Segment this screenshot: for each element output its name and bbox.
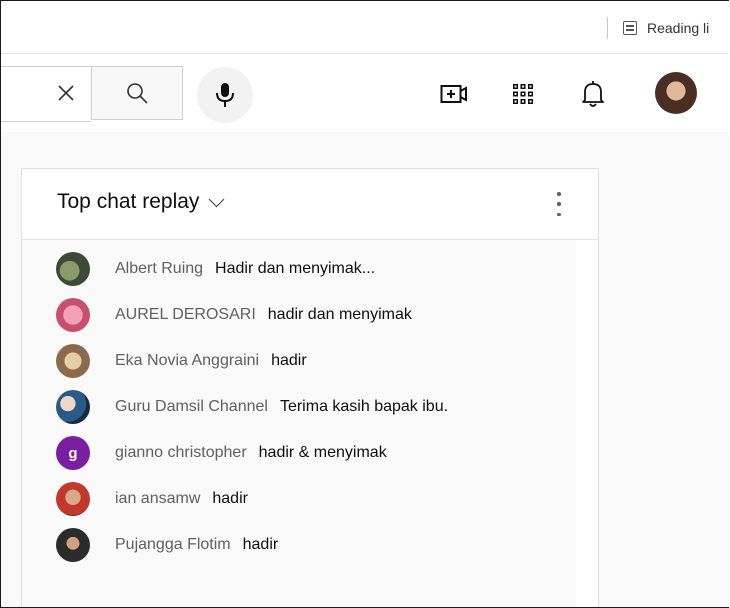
message-text: hadir (212, 490, 248, 507)
avatar[interactable] (56, 482, 90, 516)
chat-message: Guru Damsil Channel Terima kasih bapak i… (56, 389, 448, 425)
avatar[interactable] (56, 252, 90, 286)
create-video-icon (440, 85, 467, 103)
message-author[interactable]: gianno christopher (115, 444, 247, 462)
message-text: hadir & menyimak (258, 444, 387, 461)
clear-search-button[interactable] (41, 66, 91, 120)
message-author[interactable]: Pujangga Flotim (115, 536, 231, 554)
message-author[interactable]: Guru Damsil Channel (115, 398, 268, 416)
reading-list-label: Reading li (647, 20, 710, 36)
mic-icon (216, 83, 234, 107)
more-vert-icon-dot (557, 192, 561, 196)
avatar[interactable] (56, 344, 90, 378)
chevron-down-icon (209, 191, 225, 208)
chat-replay-panel: Top chat replay Albert Ruing Hadir dan m… (21, 168, 599, 607)
voice-search-button[interactable] (197, 67, 253, 123)
create-button[interactable] (440, 80, 468, 108)
more-options-button[interactable] (552, 189, 566, 219)
avatar[interactable]: g (56, 436, 90, 470)
close-icon (58, 85, 74, 101)
message-text: Terima kasih bapak ibu. (279, 398, 449, 415)
message-author[interactable]: AUREL DEROSARI (115, 306, 256, 324)
chat-scrollbar[interactable] (576, 240, 598, 607)
chat-title: Top chat replay (57, 190, 200, 213)
chat-message: Pujangga Flotim hadir (56, 527, 278, 563)
chat-message: AUREL DEROSARI hadir dan menyimak (56, 297, 412, 333)
search-button[interactable] (91, 66, 183, 120)
chat-header: Top chat replay (22, 169, 598, 240)
more-vert-icon-dot (557, 212, 561, 216)
avatar[interactable] (56, 528, 90, 562)
message-author[interactable]: Albert Ruing (115, 260, 203, 278)
search-icon (127, 83, 148, 104)
message-author[interactable]: Eka Novia Anggraini (115, 352, 259, 370)
youtube-header (1, 54, 729, 132)
chat-messages-list: Albert Ruing Hadir dan menyimak... AUREL… (22, 240, 576, 607)
avatar[interactable] (56, 298, 90, 332)
account-avatar[interactable] (655, 72, 697, 114)
bell-icon (582, 81, 604, 107)
avatar-letter: g (68, 444, 78, 462)
message-text: hadir (271, 352, 307, 369)
bookmarks-separator (607, 17, 608, 39)
avatar[interactable] (56, 390, 90, 424)
notifications-button[interactable] (579, 80, 607, 108)
chat-message: Eka Novia Anggraini hadir (56, 343, 307, 379)
reading-list-button[interactable]: Reading li (623, 17, 709, 39)
message-text: hadir (242, 536, 279, 553)
apps-button[interactable] (509, 80, 537, 108)
chat-mode-dropdown[interactable]: Top chat replay (57, 190, 225, 214)
apps-grid-icon (513, 84, 533, 104)
browser-window: Reading li Top chat replay Albert Ruing … (0, 0, 729, 608)
message-author[interactable]: ian ansamw (115, 490, 200, 508)
chat-message: Albert Ruing Hadir dan menyimak... (56, 251, 375, 287)
chat-message: ian ansamw hadir (56, 481, 248, 517)
message-text: hadir dan menyimak (267, 306, 412, 323)
chat-message: g gianno christopher hadir & menyimak (56, 435, 387, 471)
bookmarks-bar: Reading li (1, 1, 729, 54)
message-text: Hadir dan menyimak... (215, 260, 376, 277)
reading-list-icon (623, 21, 637, 35)
more-vert-icon-dot (557, 202, 561, 206)
